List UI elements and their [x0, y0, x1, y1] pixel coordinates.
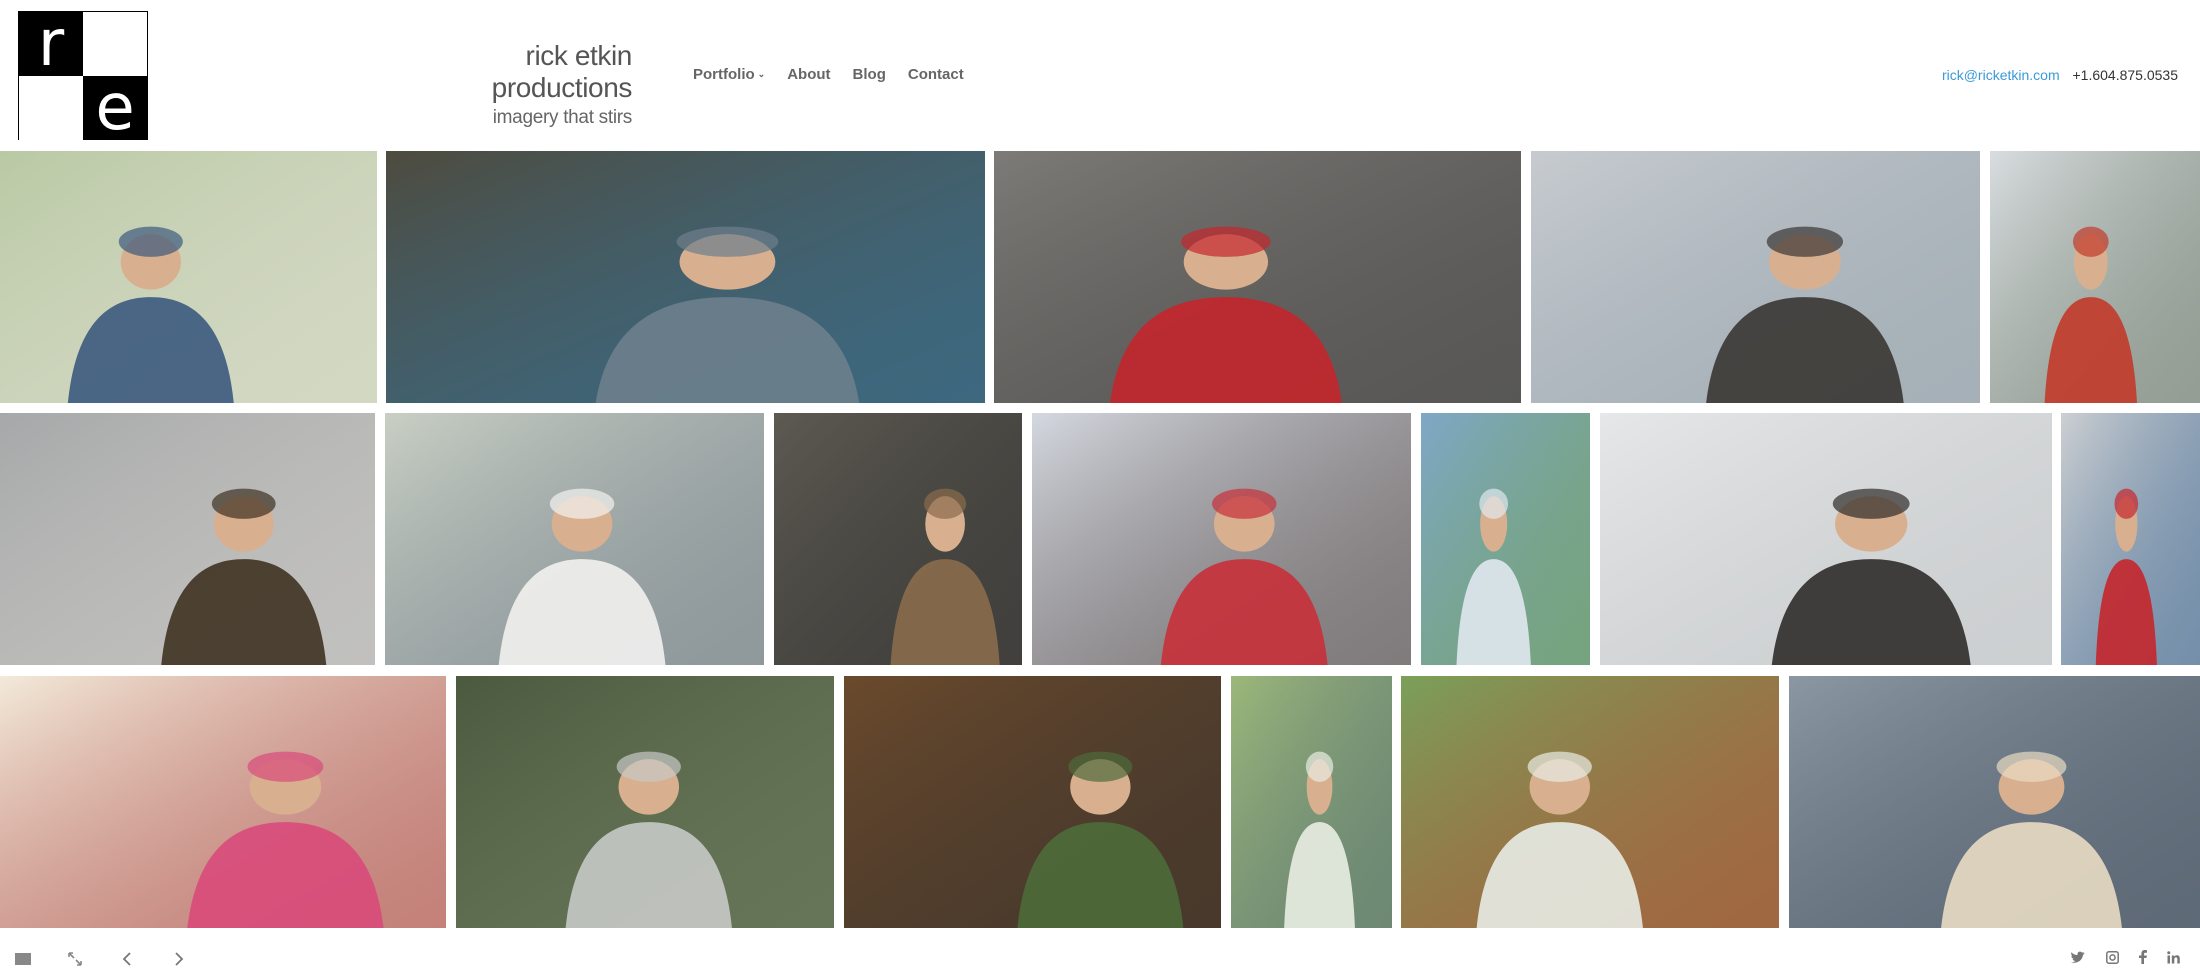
- photo-tile[interactable]: [1789, 676, 2200, 928]
- photo-tile[interactable]: [386, 151, 985, 403]
- chevron-down-icon: ⌄: [757, 69, 766, 79]
- photo-image: [386, 151, 985, 403]
- photo-tile[interactable]: [1401, 676, 1779, 928]
- nav-item-blog[interactable]: Blog: [853, 66, 886, 83]
- brand[interactable]: rick etkin productions imagery that stir…: [396, 40, 633, 129]
- expand-icon[interactable]: [66, 950, 84, 968]
- photo-image: [1401, 676, 1779, 928]
- photo-tile[interactable]: [1421, 413, 1590, 665]
- brand-tagline: imagery that stirs: [492, 107, 633, 128]
- linkedin-icon[interactable]: [2167, 950, 2180, 967]
- photo-tile[interactable]: [844, 676, 1221, 928]
- gallery-controls: [14, 950, 188, 968]
- phone-number: +1.604.875.0535: [2072, 67, 2179, 83]
- logo-empty-cell: [19, 76, 83, 140]
- photo-tile[interactable]: [1531, 151, 1980, 403]
- photo-tile[interactable]: [774, 413, 1022, 665]
- photo-tile[interactable]: [0, 151, 377, 403]
- prev-icon[interactable]: [118, 950, 136, 968]
- nav-item-portfolio[interactable]: Portfolio ⌄: [693, 66, 765, 83]
- photo-image: [1531, 151, 1980, 403]
- photo-image: [1421, 413, 1590, 665]
- photo-image: [385, 413, 764, 665]
- facebook-icon[interactable]: [2139, 950, 2147, 967]
- photo-tile[interactable]: [0, 413, 375, 665]
- photo-image: [1231, 676, 1392, 928]
- logo-letter-e: e: [83, 76, 147, 140]
- twitter-icon[interactable]: [2070, 951, 2086, 967]
- photo-tile[interactable]: [456, 676, 834, 928]
- photo-image: [1990, 151, 2200, 403]
- photo-tile[interactable]: [1032, 413, 1411, 665]
- photo-tile[interactable]: [994, 151, 1521, 403]
- photo-image: [1032, 413, 1411, 665]
- logo-letter-r: r: [19, 12, 83, 76]
- photo-tile[interactable]: [2061, 413, 2200, 665]
- photo-tile[interactable]: [1231, 676, 1392, 928]
- photo-image: [994, 151, 1521, 403]
- nav-item-about[interactable]: About: [787, 66, 830, 83]
- contact-info: rick@ricketkin.com +1.604.875.0535: [1942, 67, 2178, 83]
- photo-tile[interactable]: [0, 676, 446, 928]
- photo-image: [774, 413, 1022, 665]
- photo-image: [2061, 413, 2200, 665]
- nav-item-contact[interactable]: Contact: [908, 66, 964, 83]
- photo-tile[interactable]: [1600, 413, 2052, 665]
- photo-image: [0, 413, 375, 665]
- social-links: [2070, 950, 2180, 967]
- nav-item-label: Portfolio: [693, 66, 755, 83]
- photo-image: [844, 676, 1221, 928]
- photo-image: [456, 676, 834, 928]
- logo[interactable]: r e: [18, 11, 148, 140]
- next-icon[interactable]: [170, 950, 188, 968]
- main-nav: Portfolio ⌄ About Blog Contact: [693, 66, 986, 83]
- email-link[interactable]: rick@ricketkin.com: [1942, 67, 2060, 83]
- photo-image: [1789, 676, 2200, 928]
- photo-image: [0, 676, 446, 928]
- grid-icon[interactable]: [14, 950, 32, 968]
- photo-image: [0, 151, 377, 403]
- photo-tile[interactable]: [385, 413, 764, 665]
- photo-tile[interactable]: [1990, 151, 2200, 403]
- logo-empty-cell: [83, 12, 147, 76]
- brand-name: rick etkin productions: [491, 40, 633, 103]
- instagram-icon[interactable]: [2106, 950, 2119, 967]
- photo-image: [1600, 413, 2052, 665]
